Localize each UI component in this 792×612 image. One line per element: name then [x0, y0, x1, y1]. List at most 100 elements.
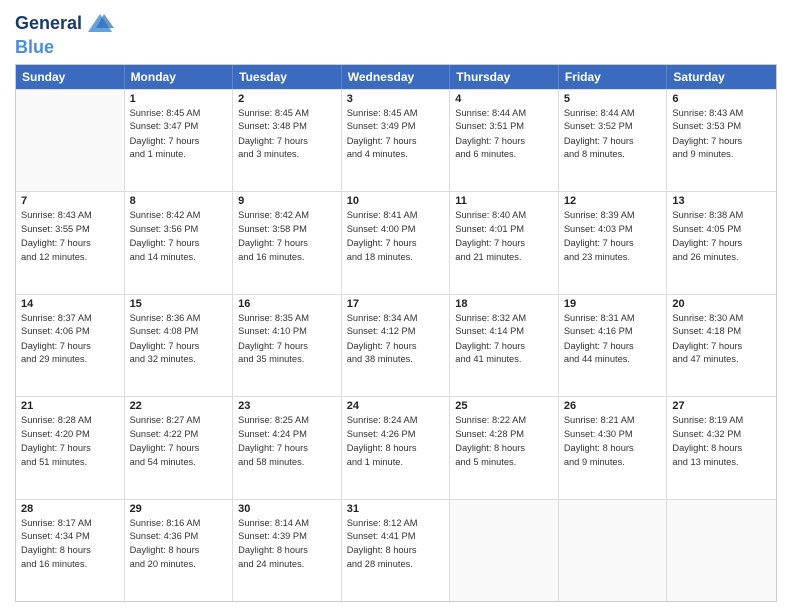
daylight-text-2: and 24 minutes.	[238, 558, 336, 571]
calendar-cell: 19Sunrise: 8:31 AMSunset: 4:16 PMDayligh…	[559, 295, 668, 396]
page: General Blue SundayMondayTuesdayWednesda…	[0, 0, 792, 612]
daylight-text-1: Daylight: 7 hours	[238, 442, 336, 455]
calendar-cell: 13Sunrise: 8:38 AMSunset: 4:05 PMDayligh…	[667, 192, 776, 293]
sunrise-text: Sunrise: 8:24 AM	[347, 414, 445, 427]
daylight-text-2: and 14 minutes.	[130, 251, 228, 264]
daylight-text-1: Daylight: 8 hours	[455, 442, 553, 455]
sunrise-text: Sunrise: 8:45 AM	[130, 107, 228, 120]
daylight-text-1: Daylight: 8 hours	[21, 544, 119, 557]
sunset-text: Sunset: 3:52 PM	[564, 120, 662, 133]
daylight-text-2: and 9 minutes.	[672, 148, 771, 161]
calendar-cell: 21Sunrise: 8:28 AMSunset: 4:20 PMDayligh…	[16, 397, 125, 498]
daylight-text-2: and 13 minutes.	[672, 456, 771, 469]
logo-icon	[86, 10, 114, 38]
day-number: 16	[238, 298, 336, 310]
daylight-text-2: and 9 minutes.	[564, 456, 662, 469]
sunset-text: Sunset: 4:22 PM	[130, 428, 228, 441]
calendar-week-1: 1Sunrise: 8:45 AMSunset: 3:47 PMDaylight…	[16, 89, 776, 191]
daylight-text-2: and 18 minutes.	[347, 251, 445, 264]
daylight-text-2: and 35 minutes.	[238, 353, 336, 366]
daylight-text-1: Daylight: 7 hours	[21, 237, 119, 250]
sunrise-text: Sunrise: 8:37 AM	[21, 312, 119, 325]
daylight-text-2: and 54 minutes.	[130, 456, 228, 469]
sunrise-text: Sunrise: 8:12 AM	[347, 517, 445, 530]
daylight-text-2: and 47 minutes.	[672, 353, 771, 366]
calendar-cell: 6Sunrise: 8:43 AMSunset: 3:53 PMDaylight…	[667, 90, 776, 191]
sunset-text: Sunset: 4:18 PM	[672, 325, 771, 338]
daylight-text-2: and 26 minutes.	[672, 251, 771, 264]
daylight-text-1: Daylight: 7 hours	[130, 340, 228, 353]
day-number: 2	[238, 93, 336, 105]
day-number: 10	[347, 195, 445, 207]
sunset-text: Sunset: 3:58 PM	[238, 223, 336, 236]
daylight-text-2: and 41 minutes.	[455, 353, 553, 366]
day-number: 21	[21, 400, 119, 412]
calendar-cell	[450, 500, 559, 601]
daylight-text-1: Daylight: 7 hours	[238, 237, 336, 250]
header-day-wednesday: Wednesday	[342, 65, 451, 89]
day-number: 15	[130, 298, 228, 310]
sunrise-text: Sunrise: 8:34 AM	[347, 312, 445, 325]
day-number: 28	[21, 503, 119, 515]
sunset-text: Sunset: 3:53 PM	[672, 120, 771, 133]
daylight-text-2: and 32 minutes.	[130, 353, 228, 366]
daylight-text-2: and 16 minutes.	[21, 558, 119, 571]
calendar-cell: 22Sunrise: 8:27 AMSunset: 4:22 PMDayligh…	[125, 397, 234, 498]
sunset-text: Sunset: 4:00 PM	[347, 223, 445, 236]
daylight-text-1: Daylight: 7 hours	[130, 442, 228, 455]
day-number: 14	[21, 298, 119, 310]
calendar-cell: 1Sunrise: 8:45 AMSunset: 3:47 PMDaylight…	[125, 90, 234, 191]
calendar: SundayMondayTuesdayWednesdayThursdayFrid…	[15, 64, 777, 602]
calendar-cell	[16, 90, 125, 191]
day-number: 5	[564, 93, 662, 105]
calendar-cell: 11Sunrise: 8:40 AMSunset: 4:01 PMDayligh…	[450, 192, 559, 293]
daylight-text-2: and 44 minutes.	[564, 353, 662, 366]
calendar-cell: 16Sunrise: 8:35 AMSunset: 4:10 PMDayligh…	[233, 295, 342, 396]
sunrise-text: Sunrise: 8:22 AM	[455, 414, 553, 427]
daylight-text-2: and 8 minutes.	[564, 148, 662, 161]
calendar-body: 1Sunrise: 8:45 AMSunset: 3:47 PMDaylight…	[16, 89, 776, 601]
header-day-friday: Friday	[559, 65, 668, 89]
sunset-text: Sunset: 4:36 PM	[130, 530, 228, 543]
calendar-cell: 7Sunrise: 8:43 AMSunset: 3:55 PMDaylight…	[16, 192, 125, 293]
daylight-text-1: Daylight: 7 hours	[21, 340, 119, 353]
calendar-cell: 29Sunrise: 8:16 AMSunset: 4:36 PMDayligh…	[125, 500, 234, 601]
daylight-text-1: Daylight: 8 hours	[347, 442, 445, 455]
sunrise-text: Sunrise: 8:43 AM	[21, 209, 119, 222]
calendar-cell: 17Sunrise: 8:34 AMSunset: 4:12 PMDayligh…	[342, 295, 451, 396]
calendar-cell: 23Sunrise: 8:25 AMSunset: 4:24 PMDayligh…	[233, 397, 342, 498]
sunrise-text: Sunrise: 8:35 AM	[238, 312, 336, 325]
logo: General Blue	[15, 10, 114, 58]
day-number: 26	[564, 400, 662, 412]
calendar-cell: 2Sunrise: 8:45 AMSunset: 3:48 PMDaylight…	[233, 90, 342, 191]
day-number: 17	[347, 298, 445, 310]
calendar-cell: 10Sunrise: 8:41 AMSunset: 4:00 PMDayligh…	[342, 192, 451, 293]
sunset-text: Sunset: 4:12 PM	[347, 325, 445, 338]
day-number: 8	[130, 195, 228, 207]
day-number: 27	[672, 400, 771, 412]
calendar-week-4: 21Sunrise: 8:28 AMSunset: 4:20 PMDayligh…	[16, 396, 776, 498]
calendar-cell: 30Sunrise: 8:14 AMSunset: 4:39 PMDayligh…	[233, 500, 342, 601]
sunset-text: Sunset: 3:55 PM	[21, 223, 119, 236]
sunrise-text: Sunrise: 8:21 AM	[564, 414, 662, 427]
daylight-text-2: and 1 minute.	[347, 456, 445, 469]
day-number: 25	[455, 400, 553, 412]
day-number: 19	[564, 298, 662, 310]
calendar-cell: 14Sunrise: 8:37 AMSunset: 4:06 PMDayligh…	[16, 295, 125, 396]
sunrise-text: Sunrise: 8:40 AM	[455, 209, 553, 222]
sunset-text: Sunset: 4:34 PM	[21, 530, 119, 543]
sunset-text: Sunset: 4:28 PM	[455, 428, 553, 441]
sunrise-text: Sunrise: 8:31 AM	[564, 312, 662, 325]
sunset-text: Sunset: 4:39 PM	[238, 530, 336, 543]
daylight-text-2: and 5 minutes.	[455, 456, 553, 469]
calendar-cell: 27Sunrise: 8:19 AMSunset: 4:32 PMDayligh…	[667, 397, 776, 498]
sunrise-text: Sunrise: 8:45 AM	[347, 107, 445, 120]
sunrise-text: Sunrise: 8:27 AM	[130, 414, 228, 427]
header-day-tuesday: Tuesday	[233, 65, 342, 89]
daylight-text-1: Daylight: 8 hours	[672, 442, 771, 455]
sunset-text: Sunset: 4:03 PM	[564, 223, 662, 236]
calendar-cell: 3Sunrise: 8:45 AMSunset: 3:49 PMDaylight…	[342, 90, 451, 191]
daylight-text-2: and 1 minute.	[130, 148, 228, 161]
sunset-text: Sunset: 3:56 PM	[130, 223, 228, 236]
sunset-text: Sunset: 4:01 PM	[455, 223, 553, 236]
